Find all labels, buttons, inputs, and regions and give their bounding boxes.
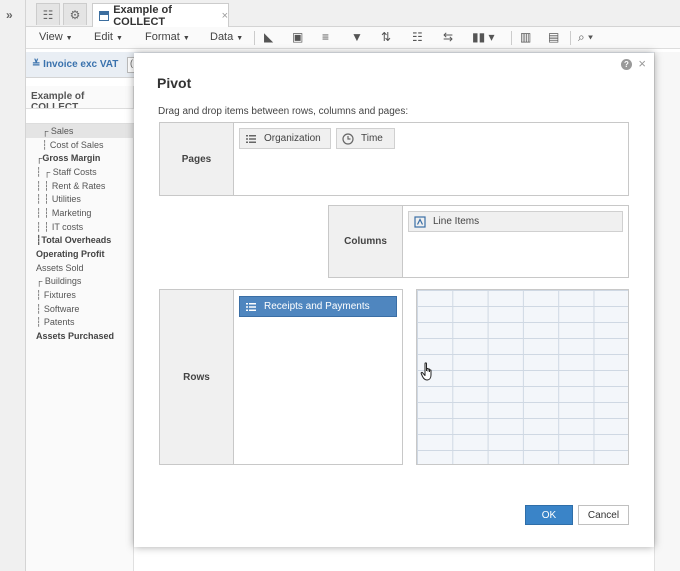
menu-bar: View ▼ Edit ▼ Format ▼ Data ▼ ◣ ▣ ≡ ▼ ⇅ ☷ ⇆ … xyxy=(26,27,680,49)
tree-item[interactable]: ┌ Sales xyxy=(42,126,73,137)
menu-view[interactable]: View ▼ xyxy=(39,31,73,43)
dimension-chip-organization[interactable]: Organization xyxy=(239,128,331,149)
chip-label: Organization xyxy=(264,133,321,144)
hierarchy-icon: ☷ xyxy=(42,7,54,22)
tab-label: Example of COLLECT xyxy=(113,3,172,28)
columns-label: Columns xyxy=(329,206,403,277)
swap-icon[interactable]: ⇆ xyxy=(443,30,453,44)
rows-label: Rows xyxy=(160,290,234,464)
list-icon xyxy=(246,303,256,311)
chart-type-icon[interactable]: ◣ xyxy=(264,30,273,44)
hand-cursor-icon xyxy=(420,362,432,381)
pivot-dialog: ? × Pivot Drag and drop items between ro… xyxy=(134,53,654,547)
help-icon[interactable]: ? xyxy=(621,59,632,70)
chevron-down-icon: ≚ xyxy=(32,59,44,70)
chevron-down-icon: ▼ xyxy=(65,35,73,42)
hierarchy-button[interactable]: ☷ xyxy=(36,3,60,25)
bar-chart-icon[interactable]: ▮▮ ▾ xyxy=(472,30,495,44)
right-strip xyxy=(654,52,680,571)
align-icon[interactable]: ≡ xyxy=(322,30,329,44)
pages-drop-zone[interactable]: Pages Organization Time xyxy=(159,122,629,196)
rows-drop-zone[interactable]: Rows Receipts and Payments xyxy=(159,289,403,465)
tree-item[interactable]: ┆ Fixtures xyxy=(36,290,76,301)
panel-header xyxy=(26,108,134,124)
cancel-button[interactable]: Cancel xyxy=(578,505,629,525)
dimension-chip-receipts-and-payments[interactable]: Receipts and Payments xyxy=(239,296,397,317)
dimension-chip-time[interactable]: Time xyxy=(336,128,395,149)
tree-item[interactable]: Assets Purchased xyxy=(36,331,114,342)
dialog-instructions: Drag and drop items between rows, column… xyxy=(158,106,409,117)
close-icon[interactable]: × xyxy=(638,57,646,70)
chip-label: Line Items xyxy=(433,216,480,227)
tree-item[interactable]: Operating Profit xyxy=(36,249,105,260)
list-icon xyxy=(246,135,256,143)
top-tab-bar: ☷ ⚙ Example of COLLECT × xyxy=(26,0,680,28)
toolbar-divider xyxy=(254,31,255,45)
tree-item[interactable]: ┆ ┆ Marketing xyxy=(36,208,91,219)
table-icon[interactable]: ▤ xyxy=(548,30,559,44)
search-icon[interactable]: ⌕ ▾ xyxy=(578,30,593,45)
chevron-down-icon: ▼ xyxy=(236,35,244,42)
invoice-filter[interactable]: ≚ Invoice exc VAT xyxy=(32,59,118,70)
chevron-down-icon: ▼ xyxy=(182,35,190,42)
row-tree-panel: Example of COLLECT ┌ Sales ┆ Cost of Sal… xyxy=(26,86,134,571)
tree-item[interactable]: ┆ ┆ IT costs xyxy=(36,222,83,233)
tree-item[interactable]: ┆ Cost of Sales xyxy=(42,140,103,151)
tree-item[interactable]: ┌ Buildings xyxy=(36,276,81,287)
sort-icon[interactable]: ⇅ xyxy=(381,30,391,44)
menu-edit[interactable]: Edit ▼ xyxy=(94,31,123,43)
menu-format[interactable]: Format ▼ xyxy=(145,31,190,43)
tab-close-icon[interactable]: × xyxy=(222,10,228,22)
toolbar-divider xyxy=(570,31,571,45)
chip-label: Receipts and Payments xyxy=(264,301,370,312)
dimension-chip-line-items[interactable]: Line Items xyxy=(408,211,623,232)
columns-drop-zone[interactable]: Columns Line Items xyxy=(328,205,629,278)
clock-icon xyxy=(342,133,354,145)
columns-icon[interactable]: ▥ xyxy=(520,30,531,44)
grid-icon[interactable]: ☷ xyxy=(412,30,423,44)
tree-item[interactable]: ┆ ┌ Staff Costs xyxy=(36,167,97,178)
tree-item[interactable]: ┆ ┆ Rent & Rates xyxy=(36,181,105,192)
ok-button[interactable]: OK xyxy=(525,505,573,525)
sheet-icon xyxy=(99,10,110,21)
expand-panel-button[interactable]: » xyxy=(6,8,13,22)
chevron-down-icon: ▼ xyxy=(115,35,123,42)
tree-item[interactable]: ┆Total Overheads xyxy=(36,235,111,246)
line-items-icon xyxy=(414,216,426,228)
tab-example-of-collect[interactable]: Example of COLLECT × xyxy=(92,3,229,28)
tree-item[interactable]: ┆ Patents xyxy=(36,317,74,328)
dialog-title: Pivot xyxy=(157,75,192,91)
pages-label: Pages xyxy=(160,123,234,195)
toolbar-divider xyxy=(511,31,512,45)
settings-button[interactable]: ⚙ xyxy=(63,3,87,25)
frame-icon[interactable]: ▣ xyxy=(292,30,303,44)
pivot-preview-grid xyxy=(416,289,629,465)
tree-item[interactable]: Assets Sold xyxy=(36,263,84,274)
side-rail: » xyxy=(0,0,26,571)
tree-item[interactable]: ┆ Software xyxy=(36,304,79,315)
menu-data[interactable]: Data ▼ xyxy=(210,31,243,43)
tree-item[interactable]: ┌Gross Margin xyxy=(36,153,100,164)
filter-icon[interactable]: ▼ xyxy=(351,30,363,44)
chip-label: Time xyxy=(361,133,383,144)
gear-icon: ⚙ xyxy=(69,7,81,22)
tree-item[interactable]: ┆ ┆ Utilities xyxy=(36,194,81,205)
